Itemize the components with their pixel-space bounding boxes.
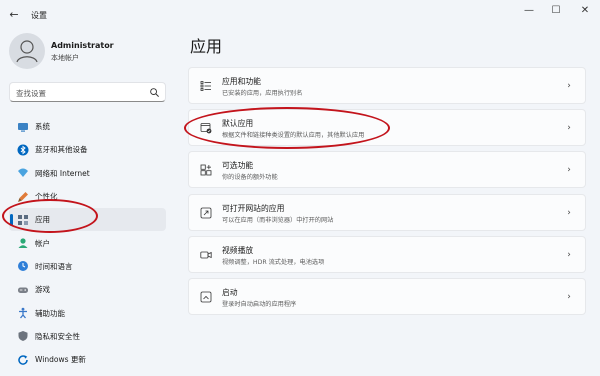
chevron-right-icon: › — [567, 123, 571, 134]
avatar — [9, 33, 45, 69]
card-title: 视频播放 — [222, 245, 254, 255]
time-language-icon — [17, 260, 29, 272]
sidebar-item-label: 网络和 Internet — [35, 168, 90, 178]
close-button[interactable]: ✕ — [577, 4, 593, 18]
card-video-playback[interactable]: 视频播放 视频调整，HDR 流式处理，电池选项 › — [188, 235, 586, 273]
sidebar-item-gaming[interactable]: 游戏 — [9, 278, 166, 301]
card-description: 登录时自动启动的应用程序 — [222, 300, 297, 308]
sidebar-item-label: 蓝牙和其他设备 — [35, 145, 88, 155]
card-apps-features[interactable]: 应用和功能 已安装的应用，应用执行别名 › — [188, 67, 586, 104]
back-button[interactable]: ← — [7, 8, 21, 22]
default-apps-icon — [200, 123, 212, 134]
bluetooth-icon — [17, 144, 29, 156]
sidebar-item-label: 应用 — [35, 215, 50, 225]
card-apps-for-websites[interactable]: 可打开网站的应用 可以在应用（而非浏览器）中打开的网站 › — [188, 193, 586, 231]
sidebar-item-label: 游戏 — [35, 285, 50, 295]
chevron-right-icon: › — [567, 165, 571, 176]
network-icon — [17, 167, 29, 179]
sidebar-item-windows-update[interactable]: Windows 更新 — [9, 348, 166, 371]
sidebar-item-label: 系统 — [35, 122, 50, 132]
person-icon — [16, 40, 38, 63]
sidebar-item-label: 个性化 — [35, 192, 58, 202]
active-indicator — [10, 214, 13, 227]
card-title: 默认应用 — [222, 119, 254, 129]
user-name: Administrator — [51, 41, 114, 50]
sidebar-nav: 系统 蓝牙和其他设备 网络和 Internet 个性化 应用 帐户 时间和语言 … — [9, 115, 166, 371]
search-input[interactable]: 查找设置 — [16, 88, 46, 99]
sidebar-item-personalization[interactable]: 个性化 — [9, 185, 166, 208]
apps-icon — [17, 214, 29, 226]
user-account-type: 本地帐户 — [51, 54, 79, 62]
card-optional-features[interactable]: 可选功能 你的设备的额外功能 › — [188, 151, 586, 189]
search-icon[interactable] — [149, 87, 160, 98]
card-title: 应用和功能 — [222, 77, 261, 86]
chevron-right-icon: › — [567, 249, 571, 260]
video-playback-icon — [200, 251, 212, 259]
card-description: 根据文件和链接种类设置的默认应用，其他默认应用 — [222, 132, 365, 140]
chevron-right-icon: › — [567, 291, 571, 302]
user-profile[interactable]: Administrator 本地帐户 — [9, 33, 179, 69]
accessibility-icon — [17, 307, 29, 319]
card-title: 可打开网站的应用 — [222, 203, 285, 213]
sidebar-item-label: 时间和语言 — [35, 261, 73, 271]
card-description: 你的设备的额外功能 — [222, 174, 278, 182]
title-bar: ← 设置 — ☐ ✕ — [0, 0, 600, 30]
chevron-right-icon: › — [567, 81, 571, 91]
system-icon — [17, 121, 29, 133]
sidebar-item-system[interactable]: 系统 — [9, 115, 166, 138]
settings-card-list: 应用和功能 已安装的应用，应用执行别名 › 默认应用 根据文件和链接种类设置的默… — [188, 67, 586, 320]
sidebar-item-apps[interactable]: 应用 — [9, 208, 166, 232]
account-icon — [17, 237, 29, 249]
card-default-apps[interactable]: 默认应用 根据文件和链接种类设置的默认应用，其他默认应用 › — [188, 109, 586, 147]
card-description: 视频调整，HDR 流式处理，电池选项 — [222, 258, 325, 266]
sidebar-item-bluetooth[interactable]: 蓝牙和其他设备 — [9, 138, 166, 161]
privacy-icon — [17, 330, 29, 342]
sidebar-item-label: 辅助功能 — [35, 308, 65, 318]
sidebar-item-network[interactable]: 网络和 Internet — [9, 162, 166, 185]
chevron-right-icon: › — [567, 207, 571, 218]
sidebar-item-accessibility[interactable]: 辅助功能 — [9, 301, 166, 324]
card-description: 已安装的应用，应用执行别名 — [222, 90, 303, 97]
card-title: 可选功能 — [222, 161, 254, 171]
startup-icon — [200, 291, 212, 303]
app-title: 设置 — [31, 11, 47, 20]
card-startup[interactable]: 启动 登录时自动启动的应用程序 › — [188, 277, 586, 315]
sidebar-item-privacy[interactable]: 隐私和安全性 — [9, 325, 166, 348]
personalization-icon — [17, 191, 29, 203]
sidebar-item-accounts[interactable]: 帐户 — [9, 231, 166, 254]
card-title: 启动 — [222, 287, 238, 297]
sidebar-item-label: 隐私和安全性 — [35, 331, 80, 341]
minimize-button[interactable]: — — [521, 4, 537, 18]
maximize-button[interactable]: ☐ — [548, 4, 564, 18]
sidebar-item-label: 帐户 — [35, 238, 50, 248]
optional-features-icon — [200, 164, 212, 176]
sidebar-item-time-language[interactable]: 时间和语言 — [9, 255, 166, 278]
sidebar-item-label: Windows 更新 — [35, 355, 86, 365]
search-box[interactable]: 查找设置 — [9, 82, 166, 102]
apps-features-icon — [200, 81, 211, 91]
page-title: 应用 — [190, 37, 223, 56]
windows-update-icon — [17, 354, 29, 366]
card-description: 可以在应用（而非浏览器）中打开的网站 — [222, 216, 334, 224]
gaming-icon — [17, 284, 29, 296]
apps-for-websites-icon — [200, 207, 212, 218]
